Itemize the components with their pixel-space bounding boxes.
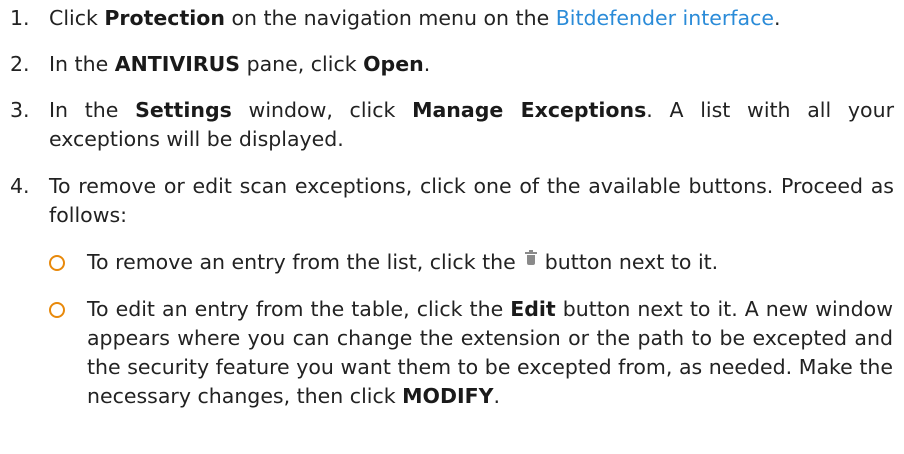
ui-term-edit: Edit: [510, 297, 556, 321]
step-text: Click Protection on the navigation menu …: [49, 6, 781, 30]
step-number: 4.: [10, 174, 30, 198]
step-text: In the ANTIVIRUS pane, click Open.: [49, 52, 431, 76]
step-number: 2.: [10, 52, 30, 76]
ui-term-antivirus: ANTIVIRUS: [114, 52, 241, 76]
ui-term-manage-exceptions: Manage Exceptions: [412, 98, 647, 122]
trash-icon: [525, 250, 538, 265]
step-text: In the Settings window, click Manage Exc…: [49, 98, 894, 151]
instructions-document: 1. Click Protection on the navigation me…: [0, 0, 904, 454]
step-number: 1.: [10, 6, 30, 30]
ui-term-open: Open: [363, 52, 424, 76]
ui-term-protection: Protection: [104, 6, 225, 30]
ui-term-modify: MODIFY: [402, 384, 494, 408]
step-text: To remove or edit scan exceptions, click…: [49, 174, 894, 227]
bullet-circle-icon: [49, 255, 65, 271]
ui-term-settings: Settings: [135, 98, 232, 122]
bullet-text: To remove an entry from the list, click …: [87, 250, 719, 274]
bullet-circle-icon: [49, 302, 65, 318]
bullet-text: To edit an entry from the table, click t…: [87, 297, 893, 408]
bitdefender-interface-link[interactable]: Bitdefender interface: [556, 6, 774, 30]
step-number: 3.: [10, 98, 30, 122]
